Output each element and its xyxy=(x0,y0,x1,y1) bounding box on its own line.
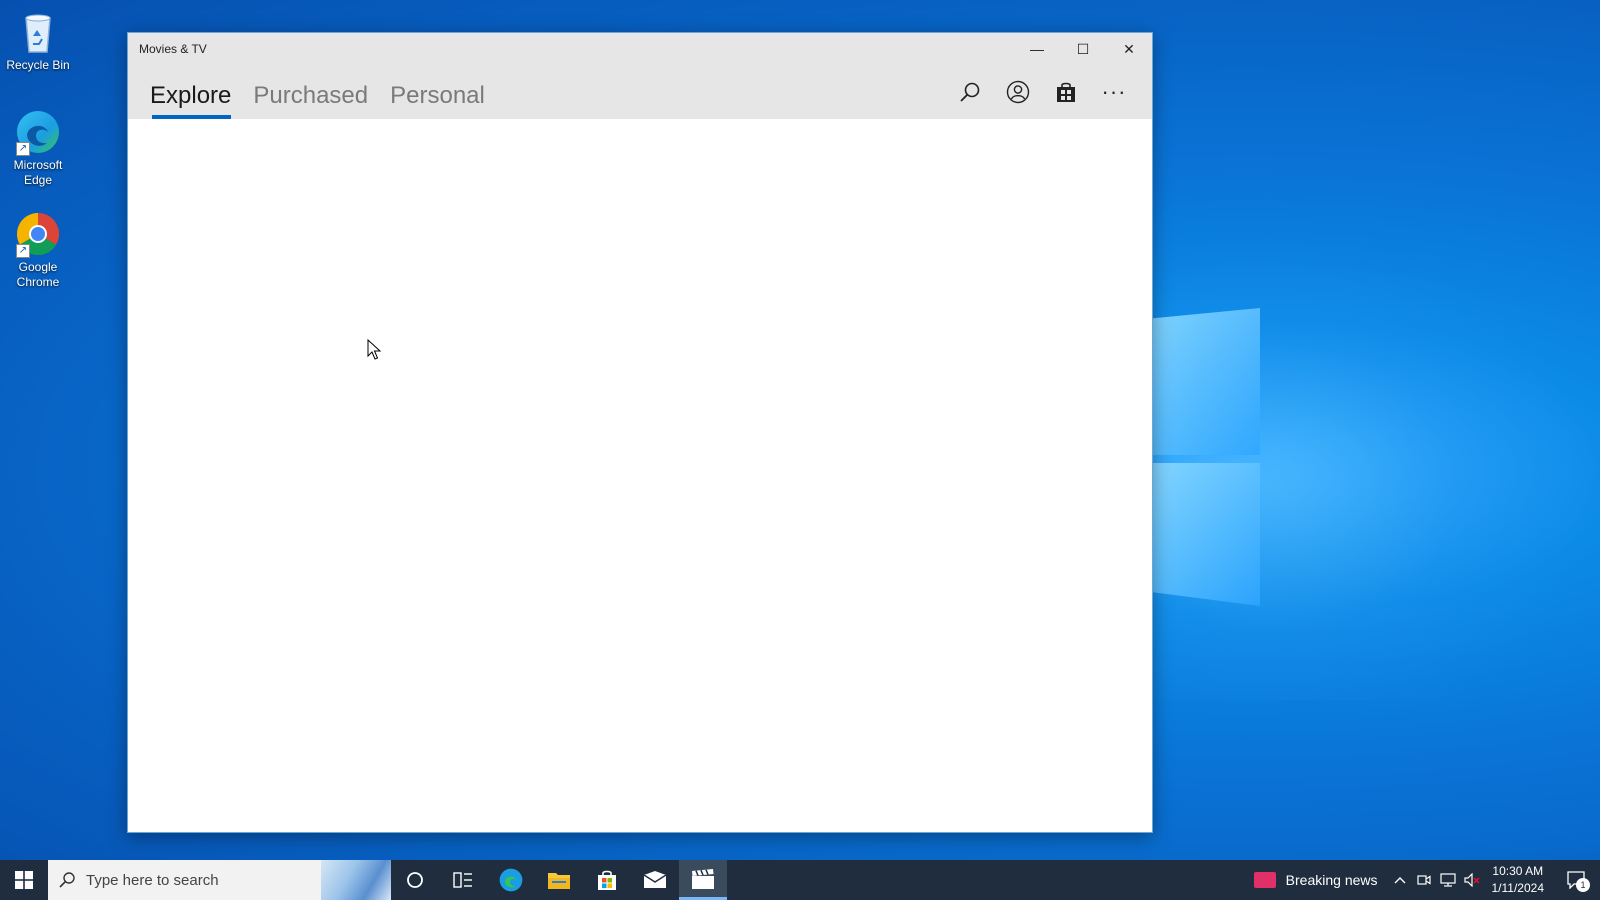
windows-wallpaper-logo xyxy=(1135,308,1260,606)
taskbar-movies-tv-button[interactable] xyxy=(679,860,727,900)
more-options-button[interactable]: ··· xyxy=(1090,72,1138,112)
minimize-button[interactable]: — xyxy=(1014,33,1060,65)
store-bag-icon xyxy=(1057,82,1075,102)
start-button[interactable] xyxy=(0,860,48,900)
action-center-button[interactable]: 1 xyxy=(1552,860,1600,900)
desktop-icon-edge[interactable]: ↗ Microsoft Edge xyxy=(4,108,72,188)
close-button[interactable]: ✕ xyxy=(1106,33,1152,65)
task-view-icon xyxy=(453,872,472,888)
search-icon xyxy=(48,871,86,889)
news-label: Breaking news xyxy=(1285,872,1378,888)
main-content-area[interactable] xyxy=(128,119,1152,832)
edge-icon: ↗ xyxy=(14,108,62,156)
network-button[interactable] xyxy=(1436,860,1460,900)
cortana-circle-icon xyxy=(407,872,423,888)
microsoft-store-icon xyxy=(598,870,616,890)
minimize-icon: — xyxy=(1030,41,1044,57)
close-icon: ✕ xyxy=(1123,40,1135,57)
taskbar-search-box[interactable]: Type here to search xyxy=(48,860,391,900)
edge-icon xyxy=(499,868,523,892)
desktop-icon-label: Microsoft Edge xyxy=(13,158,63,187)
desktop-icon-label: Recycle Bin xyxy=(6,58,70,72)
shortcut-arrow-icon: ↗ xyxy=(16,244,30,258)
news-widget[interactable]: Breaking news xyxy=(1244,872,1388,888)
tab-purchased[interactable]: Purchased xyxy=(253,82,368,119)
search-button[interactable] xyxy=(946,72,994,112)
mail-icon xyxy=(643,871,667,888)
more-options-icon: ··· xyxy=(1101,79,1127,104)
windows-start-icon xyxy=(15,871,33,889)
video-camera-icon xyxy=(1416,875,1431,885)
account-button[interactable] xyxy=(994,72,1042,112)
store-button[interactable] xyxy=(1042,72,1090,112)
window-title: Movies & TV xyxy=(139,42,207,56)
cortana-button[interactable] xyxy=(391,860,439,900)
search-placeholder: Type here to search xyxy=(86,871,219,889)
taskbar-edge-button[interactable] xyxy=(487,860,535,900)
taskbar: Type here to search Breaking news 10:30 … xyxy=(0,860,1600,900)
network-icon xyxy=(1439,873,1456,887)
taskbar-file-explorer-button[interactable] xyxy=(535,860,583,900)
notification-badge: 1 xyxy=(1576,878,1590,892)
show-hidden-icons-button[interactable] xyxy=(1388,860,1412,900)
nav-tabs: Explore Purchased Personal xyxy=(128,65,507,119)
movies-tv-window: Movies & TV — ☐ ✕ Explore Purchased Pers… xyxy=(127,32,1153,833)
clapperboard-icon xyxy=(692,868,714,889)
tab-personal[interactable]: Personal xyxy=(390,82,485,119)
volume-button[interactable] xyxy=(1460,860,1484,900)
taskbar-store-button[interactable] xyxy=(583,860,631,900)
search-highlight-image xyxy=(321,860,391,900)
nav-actions: ··· xyxy=(946,65,1138,119)
task-view-button[interactable] xyxy=(439,860,487,900)
news-icon xyxy=(1253,872,1276,888)
taskbar-mail-button[interactable] xyxy=(631,860,679,900)
tab-explore[interactable]: Explore xyxy=(150,82,232,119)
taskbar-clock[interactable]: 10:30 AM 1/11/2024 xyxy=(1484,863,1553,897)
recycle-bin-icon xyxy=(14,8,62,56)
window-titlebar[interactable]: Movies & TV — ☐ ✕ xyxy=(128,33,1152,65)
app-navbar: Explore Purchased Personal ··· xyxy=(128,65,1152,119)
search-icon xyxy=(960,82,980,102)
folder-icon xyxy=(548,873,570,889)
desktop-icon-recycle-bin[interactable]: Recycle Bin xyxy=(4,8,72,73)
clock-date: 1/11/2024 xyxy=(1491,881,1545,895)
desktop-icon-chrome[interactable]: ↗ Google Chrome xyxy=(4,210,72,290)
system-tray: Breaking news 10:30 AM 1/11/2024 1 xyxy=(1244,860,1600,900)
clock-time: 10:30 AM xyxy=(1492,864,1544,878)
maximize-icon: ☐ xyxy=(1076,40,1090,57)
shortcut-arrow-icon: ↗ xyxy=(16,142,30,156)
maximize-button[interactable]: ☐ xyxy=(1060,33,1106,65)
account-icon xyxy=(1006,80,1030,104)
chevron-up-icon xyxy=(1394,877,1405,884)
chrome-icon: ↗ xyxy=(14,210,62,258)
desktop-icon-label: Google Chrome xyxy=(16,260,60,289)
meet-now-button[interactable] xyxy=(1412,860,1436,900)
mouse-cursor-icon xyxy=(367,339,381,360)
volume-muted-icon xyxy=(1463,873,1480,887)
